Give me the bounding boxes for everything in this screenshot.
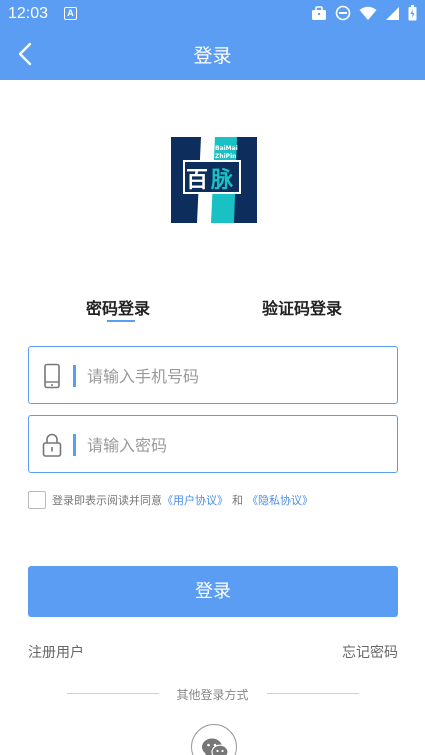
status-bar: 12:03 A <box>0 0 425 28</box>
wifi-icon <box>359 6 377 20</box>
password-input[interactable] <box>87 428 387 462</box>
field-divider <box>73 365 76 387</box>
phone-input[interactable] <box>87 359 387 393</box>
logo-line1: BaiMai <box>215 145 238 152</box>
other-login-label: 其他登录方式 <box>176 688 249 702</box>
user-agreement-link[interactable]: 《用户协议》 <box>162 492 228 508</box>
privacy-agreement-link[interactable]: 《隐私协议》 <box>247 492 313 508</box>
wechat-icon <box>202 738 229 755</box>
forgot-password-link[interactable]: 忘记密码 <box>342 642 398 662</box>
divider-right <box>267 693 359 694</box>
tab-password-login[interactable]: 密码登录 <box>86 295 150 319</box>
signal-icon <box>386 6 399 20</box>
logo-line2: ZhiPin <box>215 153 236 160</box>
page-title: 登录 <box>193 45 232 67</box>
login-button[interactable]: 登录 <box>28 566 398 617</box>
logo-glyph2: 脉 <box>210 168 234 193</box>
battery-icon <box>408 5 417 21</box>
login-tabs: 密码登录 验证码登录 <box>0 295 425 325</box>
lock-icon <box>42 433 62 457</box>
briefcase-icon <box>312 5 326 20</box>
app-logo: BaiMai ZhiPin 百 脉 <box>171 137 257 223</box>
wechat-login-button[interactable] <box>191 724 237 755</box>
password-field <box>28 415 398 473</box>
do-not-disturb-icon <box>335 5 351 21</box>
agreement-conjunction: 和 <box>232 494 243 507</box>
agreement-prefix: 登录即表示阅读并同意 <box>52 494 162 507</box>
status-time: 12:03 <box>8 5 49 22</box>
field-divider <box>73 434 76 456</box>
nav-bar: 登录 <box>0 28 425 80</box>
logo-glyph1: 百 <box>186 168 208 193</box>
phone-field <box>28 346 398 404</box>
agreement-row: 登录即表示阅读并同意 《用户协议》 和 《隐私协议》 <box>28 490 313 510</box>
tab-code-login[interactable]: 验证码登录 <box>262 295 342 319</box>
phone-icon <box>44 363 60 389</box>
active-tab-indicator <box>107 320 135 322</box>
agreement-checkbox[interactable] <box>28 491 46 509</box>
register-link[interactable]: 注册用户 <box>28 642 84 662</box>
notification-badge: A <box>64 7 77 20</box>
status-icons <box>311 5 417 21</box>
